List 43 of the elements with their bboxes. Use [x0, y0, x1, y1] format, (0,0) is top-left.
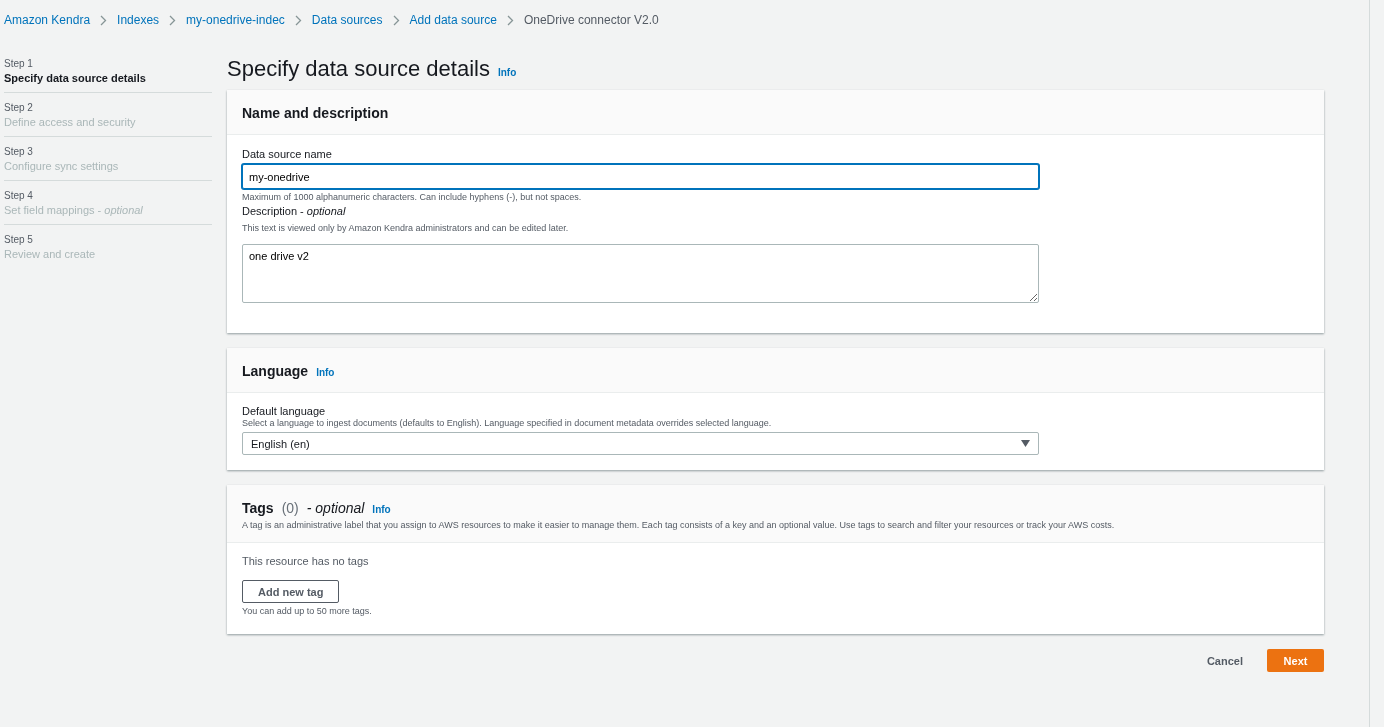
- page-location-text: OneDrive connector V2.0: [523, 13, 659, 27]
- breadcrumb-link[interactable]: Add data source: [409, 13, 497, 27]
- field-hint: You can add up to 50 more tags.: [242, 606, 373, 616]
- field-label: Data source name: [242, 148, 333, 160]
- chevron-right-icon: [392, 14, 400, 26]
- language-select[interactable]: English (en): [242, 432, 1039, 455]
- input-field[interactable]: my-onedrive: [242, 164, 1039, 189]
- description-field[interactable]: one drive v2: [242, 244, 1039, 303]
- chevron-right-icon: [100, 14, 108, 26]
- step-number: Step 5: [4, 234, 34, 245]
- select-value: English (en): [251, 437, 310, 450]
- page-title: Specify data source details: [227, 56, 490, 82]
- caret-down-icon: [1021, 440, 1030, 447]
- step-number: Step 1: [4, 58, 34, 69]
- tag-count: (0): [281, 500, 299, 516]
- section-title: Name and description: [242, 105, 390, 121]
- field-hint: Select a language to ingest documents (defaults to English). Language specified in document metadata overrides selected language.: [242, 418, 773, 428]
- section-description: A tag is an administrative label that you assign to AWS resources to make it easier to manage them. Each tag consists of a key and an optional value. Use tags to search and filter your resources or track your AWS costs.: [242, 520, 1116, 530]
- empty-message: This resource has no tags: [242, 555, 370, 567]
- add-tag-button[interactable]: Add new tag: [242, 580, 340, 603]
- chevron-right-icon: [506, 14, 514, 26]
- breadcrumb-link[interactable]: Amazon Kendra: [4, 13, 91, 27]
- section-title: Tags: [242, 500, 274, 516]
- section-title: Language: [242, 363, 309, 379]
- step-number: Step 3: [4, 146, 34, 157]
- field-label: Description - optional: [242, 205, 347, 217]
- step-title[interactable]: Specify data source details: [4, 72, 212, 84]
- breadcrumb-link[interactable]: Indexes: [117, 13, 160, 27]
- field-hint: This text is viewed only by Amazon Kendra administrators and can be edited later.: [242, 223, 570, 233]
- step-number: Step 2: [4, 102, 34, 113]
- step-number: Step 4: [4, 190, 34, 201]
- chevron-right-icon: [294, 14, 302, 26]
- info-link[interactable]: Info: [372, 504, 391, 515]
- field-hint: Maximum of 1000 alphanumeric characters. Can include hyphens (-), but not spaces.: [242, 192, 583, 202]
- chevron-right-icon: [169, 14, 177, 26]
- info-link[interactable]: Info: [316, 367, 335, 378]
- breadcrumb-link[interactable]: my-onedrive-indec: [186, 13, 285, 27]
- breadcrumb-link[interactable]: Data sources: [311, 13, 383, 27]
- next-button[interactable]: Next: [1267, 649, 1324, 672]
- info-link[interactable]: Info: [497, 67, 517, 78]
- optional-label: - optional: [306, 500, 365, 516]
- cancel-button[interactable]: Cancel: [1200, 650, 1249, 671]
- field-label: Default language: [242, 405, 327, 417]
